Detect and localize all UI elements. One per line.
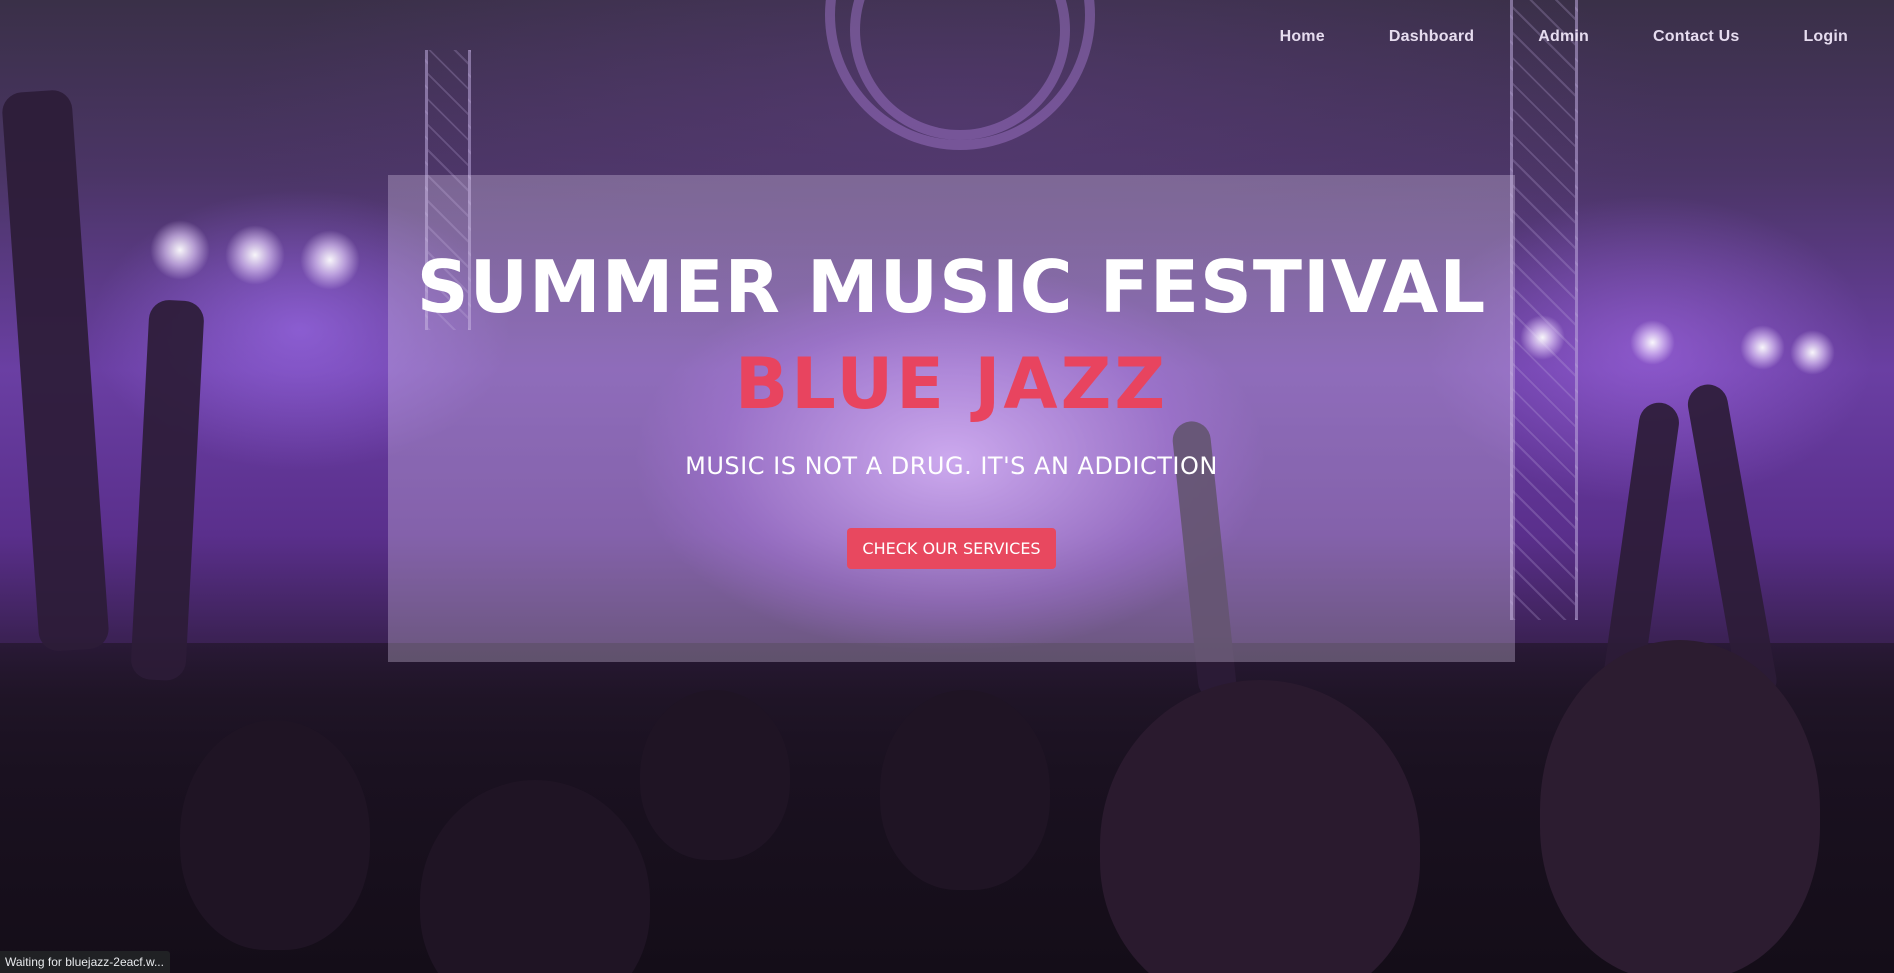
raised-arm [130, 299, 205, 682]
nav-home-link[interactable]: Home [1280, 28, 1325, 46]
hero-panel: SUMMER MUSIC FESTIVAL BLUE JAZZ MUSIC IS… [388, 175, 1515, 662]
main-nav: Home Dashboard Admin Contact Us Login [1216, 28, 1848, 46]
page: Home Dashboard Admin Contact Us Login SU… [0, 0, 1894, 973]
nav-login-link[interactable]: Login [1803, 28, 1848, 46]
check-our-services-button[interactable]: CHECK OUR SERVICES [847, 528, 1056, 569]
stage-light [300, 230, 360, 290]
stage-light [150, 220, 210, 280]
nav-dashboard-link[interactable]: Dashboard [1389, 28, 1474, 46]
raised-arm [1, 88, 110, 653]
hero-tagline: MUSIC IS NOT A DRUG. IT'S AN ADDICTION [685, 452, 1218, 480]
light-truss [1510, 0, 1578, 620]
crowd-head [880, 690, 1050, 890]
hero-title: SUMMER MUSIC FESTIVAL [416, 245, 1487, 329]
crowd-head [180, 720, 370, 950]
browser-status-bar: Waiting for bluejazz-2eacf.w... [0, 951, 170, 973]
crowd-head [1540, 640, 1820, 973]
stage-light [1520, 315, 1565, 360]
nav-admin-link[interactable]: Admin [1538, 28, 1589, 46]
hero-subtitle: BLUE JAZZ [734, 343, 1169, 425]
stage-light [1630, 320, 1675, 365]
stage-light [1740, 325, 1785, 370]
stage-light [225, 225, 285, 285]
crowd-head [640, 690, 790, 860]
nav-contact-us-link[interactable]: Contact Us [1653, 28, 1739, 46]
stage-light [1790, 330, 1835, 375]
